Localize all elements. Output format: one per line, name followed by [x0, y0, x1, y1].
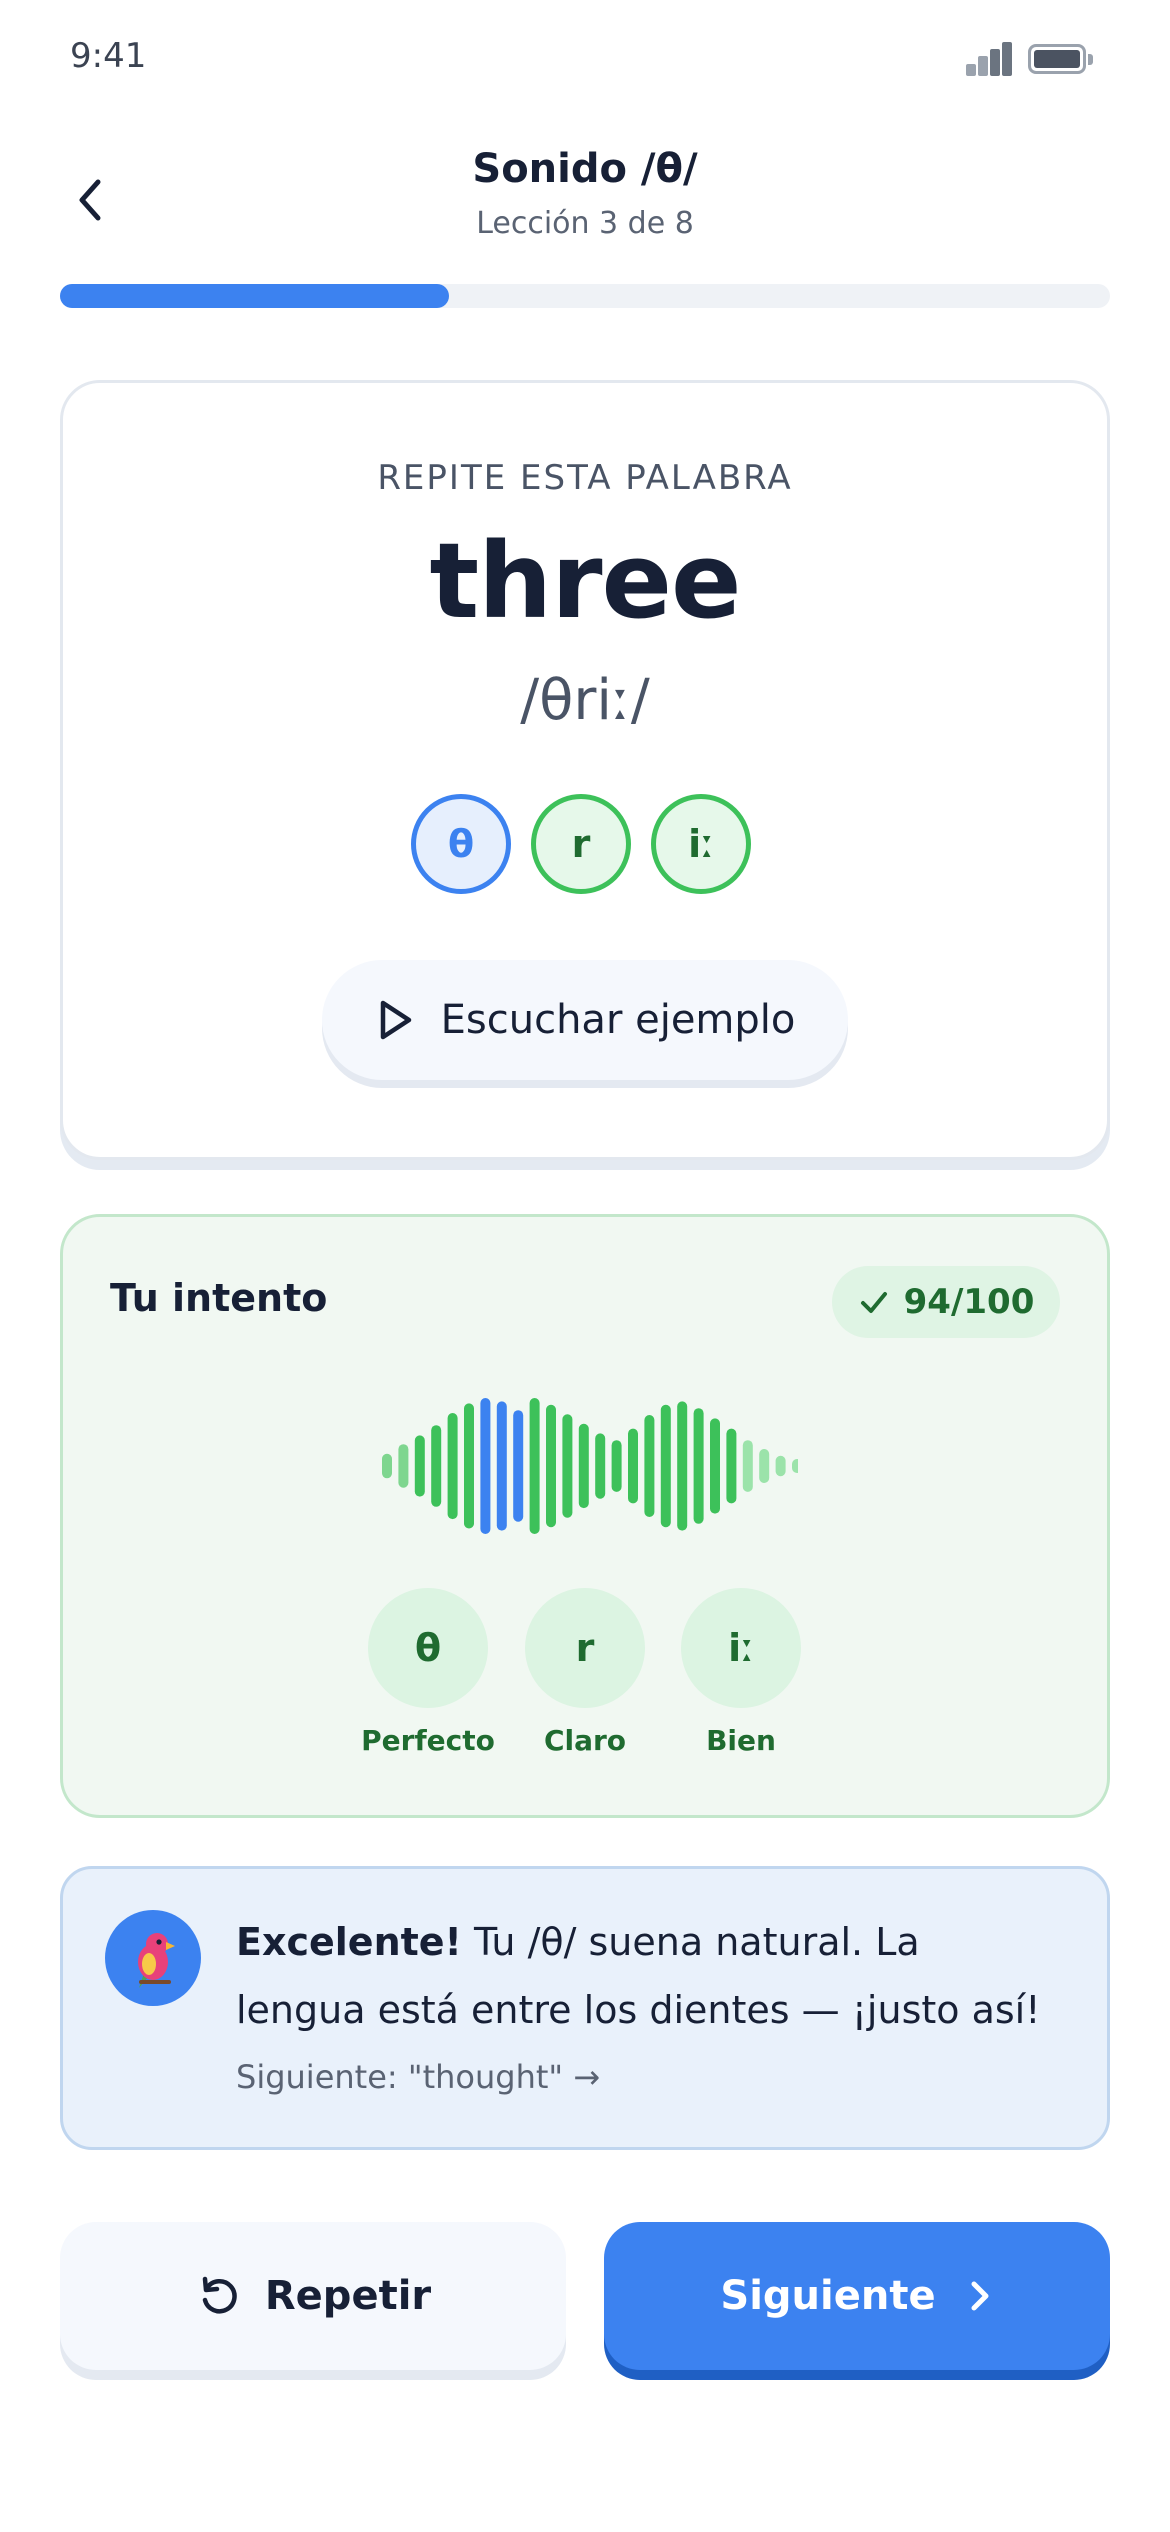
waveform-bar	[792, 1459, 798, 1473]
lesson-progress-bar	[60, 284, 1110, 308]
target-word: three	[429, 520, 741, 642]
feedback-message: Excelente! Tu /θ/ suena natural. La leng…	[236, 1908, 1056, 2044]
repeat-button[interactable]: Repetir	[60, 2222, 566, 2370]
phoneme-chip-theta[interactable]: θ	[411, 794, 511, 894]
tutor-avatar	[105, 1910, 201, 2006]
waveform-bar	[726, 1428, 737, 1504]
chevron-right-icon	[971, 2281, 989, 2311]
waveform-bar	[464, 1403, 474, 1529]
waveform-bar	[414, 1435, 425, 1497]
waveform-bar	[562, 1414, 573, 1518]
check-icon	[860, 1292, 887, 1313]
ipa-transcription: /θriː/	[520, 668, 650, 733]
waveform-bar	[611, 1440, 622, 1492]
waveform-bar	[742, 1440, 753, 1492]
result-phoneme-theta: θ	[368, 1588, 488, 1708]
page-title: Sonido /θ/	[472, 146, 698, 192]
waveform-bar	[578, 1423, 589, 1509]
waveform-bar	[513, 1410, 524, 1522]
phoneme-chip-i[interactable]: iː	[651, 794, 751, 894]
waveform-bar	[382, 1453, 392, 1479]
waveform-bar	[480, 1398, 491, 1534]
result-label-theta: Perfecto	[361, 1724, 495, 1757]
next-button-label: Siguiente	[720, 2273, 936, 2319]
waveform-bar	[628, 1428, 638, 1504]
next-word-hint: Siguiente: "thought" →	[236, 2058, 601, 2096]
waveform-bar	[644, 1415, 655, 1517]
signal-icon	[966, 42, 1014, 76]
status-time: 9:41	[70, 36, 147, 76]
lesson-progress-fill	[60, 284, 449, 308]
repeat-button-label: Repetir	[264, 2273, 432, 2319]
lesson-counter: Lección 3 de 8	[476, 206, 694, 241]
waveform	[382, 1398, 798, 1534]
waveform-bar	[710, 1418, 720, 1514]
waveform-bar	[431, 1425, 442, 1507]
waveform-bar	[677, 1401, 688, 1531]
result-phoneme-r: r	[525, 1588, 645, 1708]
listen-example-button[interactable]: Escuchar ejemplo	[322, 960, 848, 1080]
listen-example-label: Escuchar ejemplo	[440, 997, 796, 1043]
battery-icon	[1028, 44, 1094, 76]
waveform-bar	[398, 1444, 409, 1488]
waveform-bar	[595, 1433, 606, 1499]
score-value: 94/100	[903, 1282, 1035, 1322]
waveform-bar	[496, 1401, 507, 1531]
waveform-bar	[759, 1449, 770, 1483]
waveform-bar	[447, 1413, 458, 1520]
play-icon	[380, 1000, 411, 1040]
next-button[interactable]: Siguiente	[604, 2222, 1110, 2370]
result-label-i: Bien	[706, 1724, 776, 1757]
score-badge: 94/100	[832, 1266, 1060, 1338]
replay-icon	[202, 2276, 237, 2314]
attempt-title: Tu intento	[110, 1276, 328, 1320]
prompt-instruction: REPITE ESTA PALABRA	[377, 458, 793, 498]
parrot-icon	[138, 1933, 175, 1988]
feedback-headline: Excelente!	[236, 1920, 462, 1964]
result-label-r: Claro	[543, 1724, 627, 1757]
phoneme-chip-r[interactable]: r	[531, 794, 631, 894]
waveform-bar	[775, 1455, 786, 1477]
waveform-bar	[693, 1408, 704, 1524]
waveform-bar	[660, 1404, 671, 1528]
result-phoneme-i: iː	[681, 1588, 801, 1708]
waveform-bar	[546, 1404, 556, 1528]
waveform-bar	[529, 1398, 540, 1534]
